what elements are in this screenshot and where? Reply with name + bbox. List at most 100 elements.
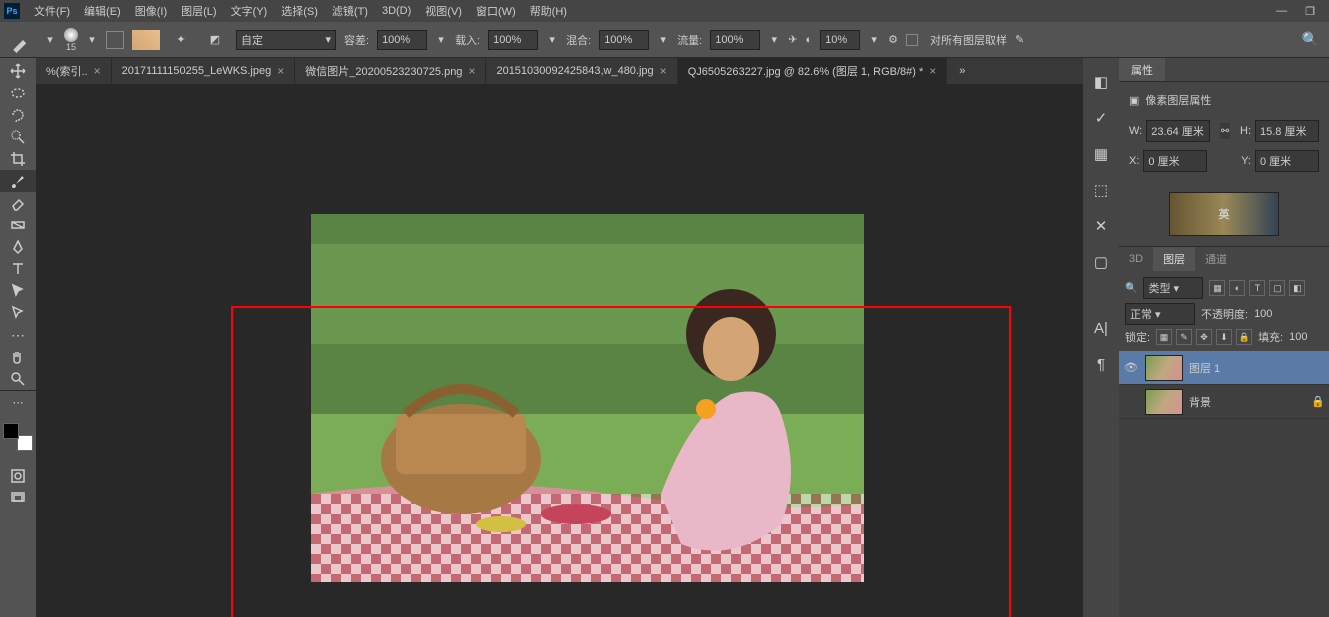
menu-layer[interactable]: 图层(L): [181, 3, 216, 19]
thumbnail-strip[interactable]: 英: [1169, 192, 1279, 236]
search-icon[interactable]: 🔍: [1302, 31, 1319, 48]
angle-field[interactable]: 10%: [820, 30, 860, 50]
tool-preset-dropdown[interactable]: ▾: [44, 33, 56, 46]
menu-type[interactable]: 文字(Y): [231, 3, 268, 19]
layer-thumbnail[interactable]: [1145, 355, 1183, 381]
mode-icon-2[interactable]: ◩: [202, 29, 228, 51]
lock-icons[interactable]: ▦✎✥⬇🔒: [1156, 329, 1252, 345]
load-field[interactable]: 100%: [488, 30, 538, 50]
y-field[interactable]: 0 厘米: [1255, 150, 1319, 172]
move-tool[interactable]: [0, 60, 36, 82]
screen-mode[interactable]: [0, 487, 36, 509]
menu-3d[interactable]: 3D(D): [382, 5, 411, 17]
libraries-icon[interactable]: ▢: [1091, 252, 1111, 272]
quick-mask[interactable]: [0, 465, 36, 487]
brush-preview[interactable]: [64, 28, 78, 42]
close-icon[interactable]: ×: [94, 64, 101, 78]
close-icon[interactable]: ×: [468, 64, 475, 78]
brush-dropdown[interactable]: ▾: [86, 33, 98, 46]
layer-thumbnail[interactable]: [1145, 389, 1183, 415]
3d-tab[interactable]: 3D: [1119, 247, 1153, 271]
height-field[interactable]: 15.8 厘米: [1255, 120, 1319, 142]
menu-edit[interactable]: 编辑(E): [84, 3, 121, 19]
close-icon[interactable]: ×: [660, 64, 667, 78]
brushes-icon[interactable]: ✓: [1091, 108, 1111, 128]
shape-tool[interactable]: [0, 302, 36, 324]
tablet-icon[interactable]: ✎: [1015, 33, 1024, 46]
layer-name[interactable]: 背景: [1189, 394, 1211, 410]
tolerance-dropdown[interactable]: ▾: [435, 33, 447, 46]
flow-field[interactable]: 100%: [710, 30, 760, 50]
hand-tool[interactable]: [0, 346, 36, 368]
paragraph-icon[interactable]: ¶: [1091, 354, 1111, 374]
preset-select[interactable]: 自定▾: [236, 30, 336, 50]
filter-type[interactable]: 类型 ▾: [1143, 277, 1203, 299]
marquee-tool[interactable]: [0, 82, 36, 104]
eraser-tool[interactable]: [0, 192, 36, 214]
airbrush-icon[interactable]: ✈: [788, 33, 797, 46]
swatches-icon[interactable]: ▦: [1091, 144, 1111, 164]
menu-help[interactable]: 帮助(H): [530, 3, 567, 19]
zoom-tool[interactable]: [0, 368, 36, 390]
properties-tab[interactable]: 属性: [1119, 58, 1165, 81]
menu-file[interactable]: 文件(F): [34, 3, 70, 19]
tab-3[interactable]: 20151030092425843,w_480.jpg×: [486, 58, 677, 84]
gradient-tool[interactable]: [0, 214, 36, 236]
width-field[interactable]: 23.64 厘米: [1146, 120, 1210, 142]
path-select-tool[interactable]: [0, 280, 36, 302]
menu-filter[interactable]: 滤镜(T): [332, 3, 368, 19]
menu-view[interactable]: 视图(V): [425, 3, 462, 19]
filter-icons[interactable]: ▦◐T▢◧: [1209, 280, 1305, 296]
visibility-toggle[interactable]: 👁: [1123, 361, 1139, 374]
close-icon[interactable]: ×: [277, 64, 284, 78]
tools-icon[interactable]: ✕: [1091, 216, 1111, 236]
layers-tab[interactable]: 图层: [1153, 247, 1195, 271]
pen-tool[interactable]: [0, 236, 36, 258]
close-icon[interactable]: ×: [929, 64, 936, 78]
current-tool-icon[interactable]: [10, 29, 36, 51]
channels-tab[interactable]: 通道: [1195, 247, 1237, 271]
tabs-overflow[interactable]: »: [947, 58, 977, 84]
bg-color[interactable]: [17, 435, 33, 451]
color-sample[interactable]: [132, 30, 160, 50]
tab-4[interactable]: QJ6505263227.jpg @ 82.6% (图层 1, RGB/8#) …: [678, 58, 948, 84]
quick-select-tool[interactable]: [0, 126, 36, 148]
blend-mode-select[interactable]: 正常 ▾: [1125, 303, 1195, 325]
gear-icon[interactable]: ⚙: [888, 33, 898, 46]
layer-row[interactable]: 👁 图层 1: [1119, 351, 1329, 385]
menu-select[interactable]: 选择(S): [281, 3, 318, 19]
edit-toolbar[interactable]: ⋯: [0, 391, 36, 413]
lasso-tool[interactable]: [0, 104, 36, 126]
crop-tool[interactable]: [0, 148, 36, 170]
tab-0[interactable]: %(索引..×: [36, 58, 112, 84]
character-icon[interactable]: A|: [1091, 318, 1111, 338]
link-icon[interactable]: ⚯: [1220, 123, 1230, 139]
blend-field[interactable]: 100%: [599, 30, 649, 50]
type-tool[interactable]: [0, 258, 36, 280]
brush-tool[interactable]: [0, 170, 36, 192]
fill-value[interactable]: 100: [1289, 331, 1307, 343]
tab-1[interactable]: 20171111150255_LeWKS.jpeg×: [112, 58, 296, 84]
layer-row[interactable]: 背景 🔒: [1119, 385, 1329, 419]
menu-window[interactable]: 窗口(W): [476, 3, 516, 19]
sample-all-checkbox[interactable]: [906, 34, 918, 46]
angle-dropdown[interactable]: ▾: [868, 33, 880, 46]
styles-icon[interactable]: ⬚: [1091, 180, 1111, 200]
tab-2[interactable]: 微信图片_20200523230725.png×: [295, 58, 486, 84]
x-field[interactable]: 0 厘米: [1143, 150, 1207, 172]
brush-panel-icon[interactable]: [106, 31, 124, 49]
canvas[interactable]: [36, 84, 1083, 617]
fg-color[interactable]: [3, 423, 19, 439]
more-tool[interactable]: ⋯: [0, 324, 36, 346]
menu-image[interactable]: 图像(I): [135, 3, 167, 19]
mode-icon-1[interactable]: ✦: [168, 29, 194, 51]
flow-dropdown[interactable]: ▾: [768, 33, 780, 46]
opacity-value[interactable]: 100: [1254, 308, 1272, 320]
tolerance-field[interactable]: 100%: [377, 30, 427, 50]
color-swatches[interactable]: [3, 423, 33, 451]
adjustments-icon[interactable]: ◧: [1091, 72, 1111, 92]
smooth-icon[interactable]: ◐: [805, 34, 812, 46]
layer-name[interactable]: 图层 1: [1189, 360, 1220, 376]
blend-dropdown[interactable]: ▾: [657, 33, 669, 46]
restore-icon[interactable]: ❐: [1305, 5, 1315, 18]
